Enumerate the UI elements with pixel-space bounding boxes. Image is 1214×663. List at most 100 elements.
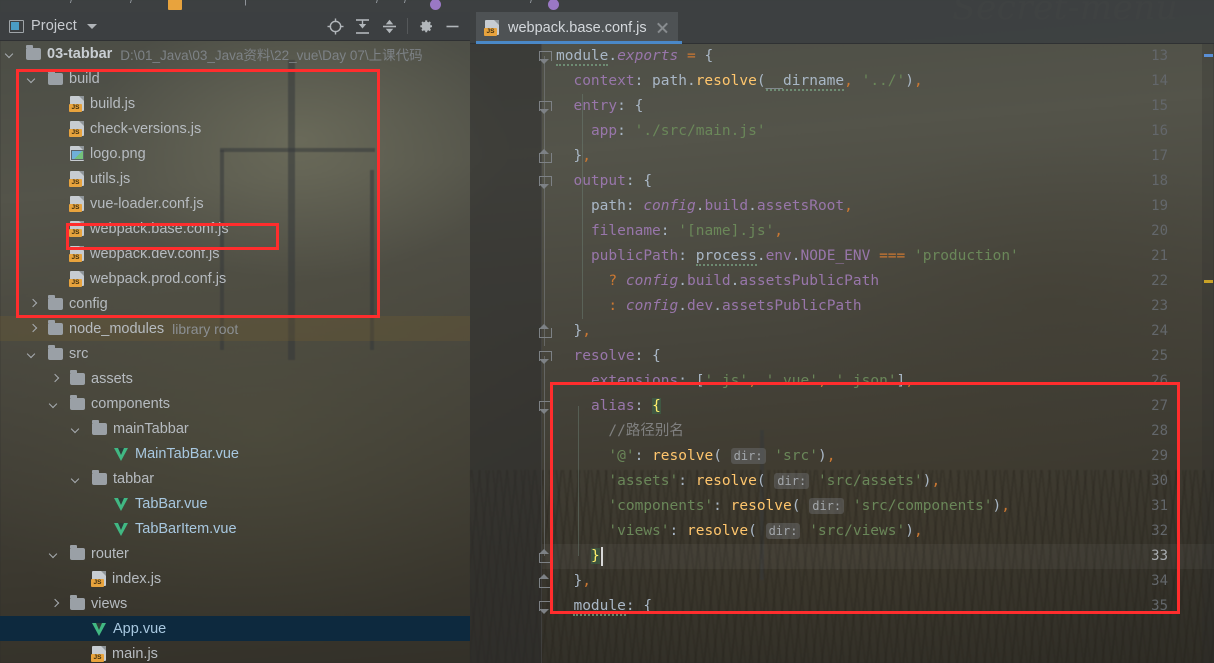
code-line[interactable]: publicPath: process.env.NODE_ENV === 'pr…: [556, 244, 1019, 269]
tree-item-label: tabbar: [113, 470, 155, 487]
code-line[interactable]: 'views': resolve( dir: 'src/views'),: [556, 519, 923, 544]
expand-all-icon[interactable]: [349, 13, 376, 40]
editor-tab-label: webpack.base.conf.js: [508, 19, 647, 36]
code-line[interactable]: },: [556, 144, 590, 169]
js-file-icon: [91, 646, 106, 662]
image-file-icon: [70, 146, 84, 161]
code-area[interactable]: 13 14 15 16 17 18 19 20 21 22 23 24 25 26 27 28 29 30 31 32…: [470, 44, 1214, 663]
editor-gutter[interactable]: [470, 44, 542, 663]
code-line[interactable]: : config.dev.assetsPublicPath: [556, 294, 861, 319]
tree-item-label: components: [91, 395, 170, 412]
tree-item-label: logo.png: [90, 145, 146, 162]
js-file-icon: [69, 246, 84, 262]
tree-row-router[interactable]: router: [0, 541, 470, 566]
project-tree[interactable]: 03-tabbar D:\01_Java\03_Java资料\22_vue\Da…: [0, 41, 470, 663]
tree-row-webpack-prod-conf-js[interactable]: webpack.prod.conf.js: [0, 266, 470, 291]
tree-row-logo-png[interactable]: logo.png: [0, 141, 470, 166]
project-panel-header: Project: [0, 12, 470, 41]
tree-row-assets[interactable]: assets: [0, 366, 470, 391]
locate-icon[interactable]: [322, 13, 349, 40]
chevron-down-icon[interactable]: [28, 74, 38, 84]
tree-row-src[interactable]: src: [0, 341, 470, 366]
tree-row-maintabbar[interactable]: mainTabbar: [0, 416, 470, 441]
tree-item-label: vue-loader.conf.js: [90, 195, 204, 212]
hide-panel-icon[interactable]: [439, 13, 466, 40]
tree-row-root[interactable]: 03-tabbar D:\01_Java\03_Java资料\22_vue\Da…: [0, 41, 470, 66]
code-line[interactable]: 'components': resolve( dir: 'src/compone…: [556, 494, 1010, 519]
fold-marker-35[interactable]: [538, 594, 552, 619]
chevron-right-icon[interactable]: [28, 299, 38, 309]
line-number: 23: [1151, 298, 1168, 314]
tree-row-tabbaritem-vue[interactable]: TabBarItem.vue: [0, 516, 470, 541]
chevron-down-icon[interactable]: [86, 23, 97, 29]
tree-row-vue-loader-conf-js[interactable]: vue-loader.conf.js: [0, 191, 470, 216]
settings-gear-icon[interactable]: [412, 13, 439, 40]
tree-row-node-modules[interactable]: node_modules library root: [0, 316, 470, 341]
tree-row-components[interactable]: components: [0, 391, 470, 416]
line-number: 35: [1151, 598, 1168, 614]
tree-item-label: build.js: [90, 95, 136, 112]
code-line[interactable]: 'assets': resolve( dir: 'src/assets'),: [556, 469, 940, 494]
ide-window: Secret-menu / / | / / / Project: [0, 0, 1214, 663]
close-icon[interactable]: [656, 21, 669, 34]
chevron-down-icon[interactable]: [72, 474, 82, 484]
tree-row-views[interactable]: views: [0, 591, 470, 616]
chevron-down-icon[interactable]: [6, 49, 16, 59]
code-line[interactable]: }: [556, 544, 600, 569]
tree-item-note: library root: [172, 320, 239, 337]
code-line[interactable]: //路径别名: [556, 419, 683, 444]
tree-item-label: webpack.prod.conf.js: [90, 270, 227, 287]
chevron-down-icon[interactable]: [72, 424, 82, 434]
tree-row-build-js[interactable]: build.js: [0, 91, 470, 116]
collapse-all-icon[interactable]: [376, 13, 403, 40]
code-line[interactable]: module: {: [556, 594, 652, 619]
tree-row-utils-js[interactable]: utils.js: [0, 166, 470, 191]
tree-row-maintabbar-vue[interactable]: MainTabBar.vue: [0, 441, 470, 466]
tree-row-app-vue[interactable]: App.vue: [0, 616, 470, 641]
tree-row-webpack-dev-conf-js[interactable]: webpack.dev.conf.js: [0, 241, 470, 266]
code-line[interactable]: module.exports = {: [556, 44, 713, 69]
chevron-right-icon[interactable]: [50, 374, 60, 384]
tree-row-tabbar[interactable]: tabbar: [0, 466, 470, 491]
code-line[interactable]: context: path.resolve(__dirname, '../'),: [556, 69, 923, 94]
tree-row-index-js[interactable]: index.js: [0, 566, 470, 591]
tree-row-check-versions-js[interactable]: check-versions.js: [0, 116, 470, 141]
editor-scrollbar[interactable]: [1202, 44, 1214, 663]
code-line[interactable]: resolve: {: [556, 344, 660, 369]
tree-row-webpack-base-conf-js[interactable]: webpack.base.conf.js: [0, 216, 470, 241]
code-line[interactable]: '@': resolve( dir: 'src'),: [556, 444, 835, 469]
code-line[interactable]: app: './src/main.js': [556, 119, 766, 144]
editor-tab-webpack-base-conf[interactable]: webpack.base.conf.js: [476, 12, 678, 43]
code-line[interactable]: ? config.build.assetsPublicPath: [556, 269, 879, 294]
chevron-down-icon[interactable]: [50, 549, 60, 559]
tree-item-label: main.js: [112, 645, 158, 662]
code-line[interactable]: filename: '[name].js',: [556, 219, 783, 244]
code-line[interactable]: extensions: ['.js', '.vue', '.json'],: [556, 369, 914, 394]
fold-marker-34[interactable]: [538, 569, 552, 594]
code-line[interactable]: },: [556, 319, 590, 344]
code-line[interactable]: alias: {: [556, 394, 661, 419]
code-line[interactable]: entry: {: [556, 94, 643, 119]
tree-item-label: webpack.base.conf.js: [90, 220, 229, 237]
line-number: 18: [1151, 173, 1168, 189]
tree-row-build[interactable]: build: [0, 66, 470, 91]
tree-row-main-js[interactable]: main.js: [0, 641, 470, 663]
code-editor: webpack.base.conf.js 13 14 15 16 17 18 19 20 21 2…: [470, 0, 1214, 663]
tree-row-tabbar-vue[interactable]: TabBar.vue: [0, 491, 470, 516]
chevron-right-icon[interactable]: [50, 599, 60, 609]
code-line[interactable]: output: {: [556, 169, 652, 194]
tree-item-label: index.js: [112, 570, 162, 587]
chevron-down-icon[interactable]: [28, 349, 38, 359]
text-caret: [601, 547, 603, 566]
code-line[interactable]: },: [556, 569, 590, 594]
code-line[interactable]: path: config.build.assetsRoot,: [556, 194, 853, 219]
line-number: 25: [1151, 348, 1168, 364]
tree-item-label: config: [69, 295, 108, 312]
chevron-right-icon[interactable]: [28, 324, 38, 334]
tree-row-config[interactable]: config: [0, 291, 470, 316]
line-number: 33: [1151, 548, 1168, 564]
chevron-down-icon[interactable]: [50, 399, 60, 409]
